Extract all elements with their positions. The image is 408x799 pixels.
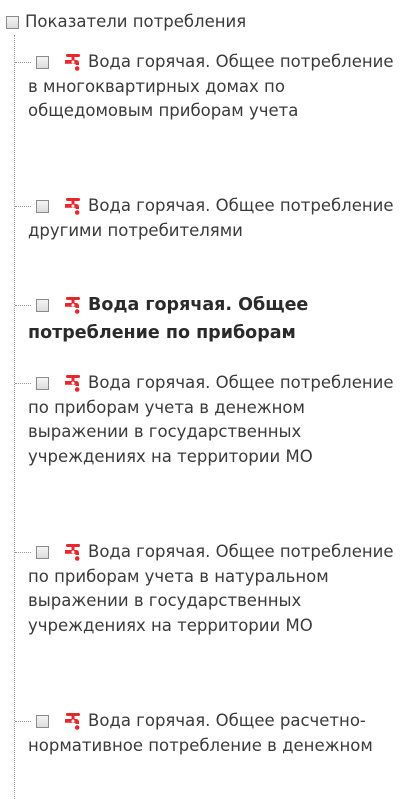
tree-item-label[interactable]: Вода горячая. Общее расчетно-нормативное… [28, 709, 408, 758]
tree-root-node[interactable]: Показатели потребления [6, 9, 246, 35]
consumption-indicators-tree: Показатели потребления Вода горячая. Общ… [0, 0, 408, 799]
tree-item-label-selected[interactable]: Вода горячая. Общее потребление по прибо… [28, 291, 408, 347]
tree-item-label[interactable]: Вода горячая. Общее потребление по прибо… [28, 371, 408, 469]
tree-item-label[interactable]: Вода горячая. Общее потребление в многок… [28, 50, 408, 124]
tree-item-label[interactable]: Вода горячая. Общее потребление другими … [28, 194, 408, 243]
root-checkbox[interactable] [6, 15, 19, 29]
tree-item-label[interactable]: Вода горячая. Общее потребление по прибо… [28, 540, 408, 638]
root-label: Показатели потребления [25, 12, 247, 31]
tree-connector-line [14, 35, 15, 799]
